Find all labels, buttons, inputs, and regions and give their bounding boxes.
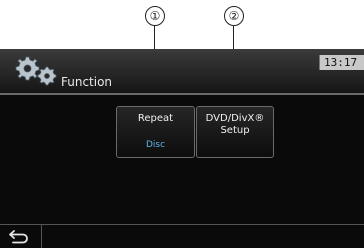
clock-display: 13:17 [319,55,364,70]
header-divider [0,93,364,95]
repeat-label: Repeat [137,113,174,124]
gear-icon [15,56,57,86]
dvd-divx-label-line1: DVD/DivX® [205,113,265,124]
callout-number-2: ② [224,6,244,26]
repeat-value: Disc [145,140,166,150]
footer-divider [0,224,364,225]
repeat-button[interactable]: Repeat Disc [116,106,195,158]
back-arrow-icon [9,230,28,244]
dvd-divx-setup-label: DVD/DivX® Setup [197,113,273,137]
page-title: Function [61,75,113,89]
dvd-divx-label-line2: Setup [220,125,250,136]
header-bar: Function 13:17 [0,49,364,93]
device-screen: Function 13:17 Repeat Disc DVD/DivX® Set… [0,49,364,248]
back-button[interactable] [0,225,42,248]
callout-number-1: ① [145,6,165,26]
dvd-divx-setup-button[interactable]: DVD/DivX® Setup [196,106,274,158]
